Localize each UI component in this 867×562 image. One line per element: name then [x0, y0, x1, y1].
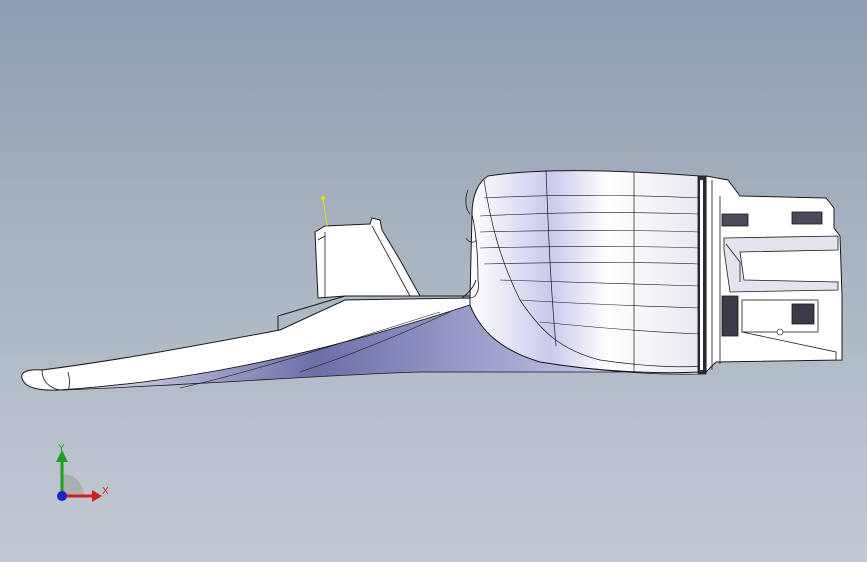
y-axis-label: Y: [58, 443, 65, 454]
part-model[interactable]: [0, 0, 867, 562]
x-axis-label: X: [102, 486, 109, 497]
note-marker[interactable]: [321, 196, 328, 227]
z-axis-dot: [57, 491, 67, 501]
coordinate-triad: Y X: [40, 440, 120, 520]
seam-band: [697, 175, 707, 375]
connector-end: [705, 175, 843, 374]
graphics-viewport[interactable]: Y X: [0, 0, 867, 562]
bracket-tab: [314, 217, 421, 299]
triad-graphic: [56, 450, 102, 502]
